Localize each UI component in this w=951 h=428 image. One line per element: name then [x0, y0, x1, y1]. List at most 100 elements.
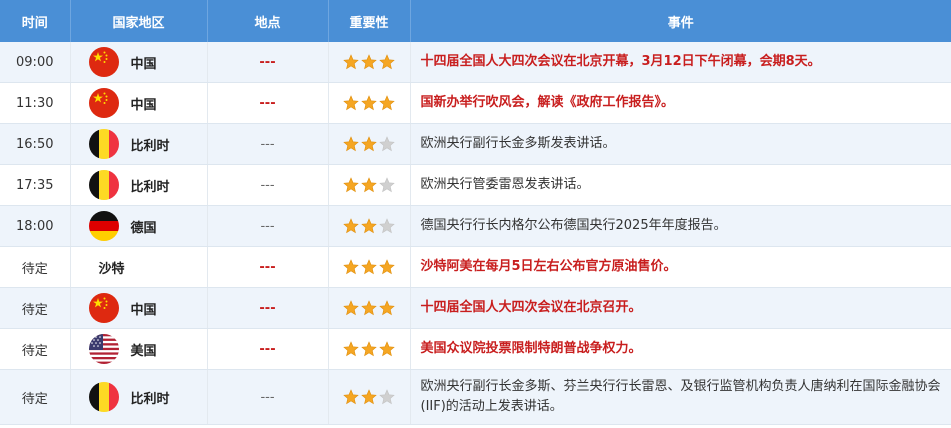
country-name: 中国 — [130, 56, 157, 72]
event-description: 国新办举行吹风会，解读《政府工作报告》。 — [410, 82, 951, 124]
star-empty-icon — [379, 389, 395, 405]
star-filled-icon — [361, 177, 377, 193]
event-description: 十四届全国人大四次会议在北京开幕，3月12日下午闭幕，会期8天。 — [410, 42, 951, 83]
event-time: 待定 — [0, 369, 71, 425]
event-location: --- — [207, 328, 329, 370]
table-header-row: 时间 国家地区 地点 重要性 事件 — [0, 0, 951, 42]
importance-rating — [328, 82, 411, 124]
table-row: 待定 美国 --- 美国众议院投票限制特朗普战争权力。 — [0, 328, 951, 370]
star-filled-icon — [343, 54, 359, 70]
star-filled-icon — [361, 389, 377, 405]
event-time: 09:00 — [0, 42, 71, 83]
star-filled-icon — [379, 341, 395, 357]
country-name: 沙特 — [98, 261, 125, 277]
star-filled-icon — [361, 54, 377, 70]
belgium-flag-icon — [88, 170, 119, 200]
event-time: 18:00 — [0, 205, 71, 247]
event-time: 17:35 — [0, 164, 71, 206]
star-filled-icon — [379, 95, 395, 111]
star-filled-icon — [343, 389, 359, 405]
star-filled-icon — [343, 136, 359, 152]
event-country: 比利时 — [70, 123, 208, 165]
star-filled-icon — [343, 341, 359, 357]
star-empty-icon — [379, 218, 395, 234]
event-location: --- — [207, 287, 329, 329]
header-time: 时间 — [0, 0, 71, 42]
table-row: 待定 比利时 --- 欧洲央行副行长金多斯、芬兰央行行长雷恩、及银行监管机构负责人唐纳… — [0, 369, 951, 425]
star-filled-icon — [379, 54, 395, 70]
event-description: 美国众议院投票限制特朗普战争权力。 — [410, 328, 951, 370]
star-filled-icon — [343, 95, 359, 111]
country-name: 美国 — [130, 343, 157, 359]
star-filled-icon — [361, 136, 377, 152]
event-country: 比利时 — [70, 164, 208, 206]
star-empty-icon — [379, 177, 395, 193]
star-filled-icon — [379, 259, 395, 275]
star-filled-icon — [343, 259, 359, 275]
event-time: 待定 — [0, 328, 71, 370]
event-country: 中国 — [70, 42, 208, 83]
header-country: 国家地区 — [70, 0, 208, 42]
importance-rating — [328, 287, 411, 329]
star-filled-icon — [379, 300, 395, 316]
event-location: --- — [207, 164, 329, 206]
event-description: 十四届全国人大四次会议在北京召开。 — [410, 287, 951, 329]
country-name: 中国 — [130, 97, 157, 113]
importance-rating — [328, 205, 411, 247]
event-description: 欧洲央行副行长金多斯发表讲话。 — [410, 123, 951, 165]
star-filled-icon — [343, 177, 359, 193]
event-country: 中国 — [70, 287, 208, 329]
event-time: 16:50 — [0, 123, 71, 165]
importance-rating — [328, 246, 411, 288]
country-name: 比利时 — [130, 391, 170, 407]
importance-rating — [328, 164, 411, 206]
country-name: 中国 — [130, 302, 157, 318]
event-description: 欧洲央行副行长金多斯、芬兰央行行长雷恩、及银行监管机构负责人唐纳利在国际金融协会… — [410, 369, 951, 425]
importance-rating — [328, 328, 411, 370]
event-location: --- — [207, 82, 329, 124]
event-time: 11:30 — [0, 82, 71, 124]
belgium-flag-icon — [88, 129, 119, 159]
belgium-flag-icon — [88, 382, 119, 412]
event-time: 待定 — [0, 246, 71, 288]
table-row: 09:00 中国 --- 十四届全国人大四次会议在北京开幕，3月12日下午闭幕，会期8… — [0, 42, 951, 83]
table-row: 待定 中国 --- 十四届全国人大四次会议在北京召开。 — [0, 287, 951, 329]
germany-flag-icon — [88, 211, 119, 241]
event-country: 中国 — [70, 82, 208, 124]
china-flag-icon — [88, 88, 119, 118]
event-location: --- — [207, 246, 329, 288]
star-empty-icon — [379, 136, 395, 152]
star-filled-icon — [361, 95, 377, 111]
event-location: --- — [207, 42, 329, 83]
star-filled-icon — [361, 341, 377, 357]
usa-flag-icon — [88, 334, 119, 364]
header-location: 地点 — [207, 0, 329, 42]
event-description: 沙特阿美在每月5日左右公布官方原油售价。 — [410, 246, 951, 288]
event-country: 德国 — [70, 205, 208, 247]
importance-rating — [328, 123, 411, 165]
event-location: --- — [207, 205, 329, 247]
event-time: 待定 — [0, 287, 71, 329]
star-filled-icon — [361, 259, 377, 275]
event-location: --- — [207, 123, 329, 165]
header-importance: 重要性 — [328, 0, 411, 42]
country-name: 比利时 — [130, 138, 170, 154]
table-row: 11:30 中国 --- 国新办举行吹风会，解读《政府工作报告》。 — [0, 82, 951, 124]
header-event: 事件 — [410, 0, 951, 42]
event-location: --- — [207, 369, 329, 425]
table-body: 09:00 中国 --- 十四届全国人大四次会议在北京开幕，3月12日下午闭幕，会期8… — [0, 42, 951, 425]
table-row: 17:35 比利时 --- 欧洲央行管委雷恩发表讲话。 — [0, 164, 951, 206]
event-country: 美国 — [70, 328, 208, 370]
event-description: 德国央行行长内格尔公布德国央行2025年年度报告。 — [410, 205, 951, 247]
event-country: 比利时 — [70, 369, 208, 425]
table-row: 16:50 比利时 --- 欧洲央行副行长金多斯发表讲话。 — [0, 123, 951, 165]
star-filled-icon — [361, 300, 377, 316]
table-row: 18:00 德国 --- 德国央行行长内格尔公布德国央行2025年年度报告。 — [0, 205, 951, 247]
star-filled-icon — [343, 218, 359, 234]
star-filled-icon — [361, 218, 377, 234]
event-description: 欧洲央行管委雷恩发表讲话。 — [410, 164, 951, 206]
importance-rating — [328, 369, 411, 425]
china-flag-icon — [88, 293, 119, 323]
table-row: 待定 沙特 --- 沙特阿美在每月5日左右公布官方原油售价。 — [0, 246, 951, 288]
china-flag-icon — [88, 47, 119, 77]
